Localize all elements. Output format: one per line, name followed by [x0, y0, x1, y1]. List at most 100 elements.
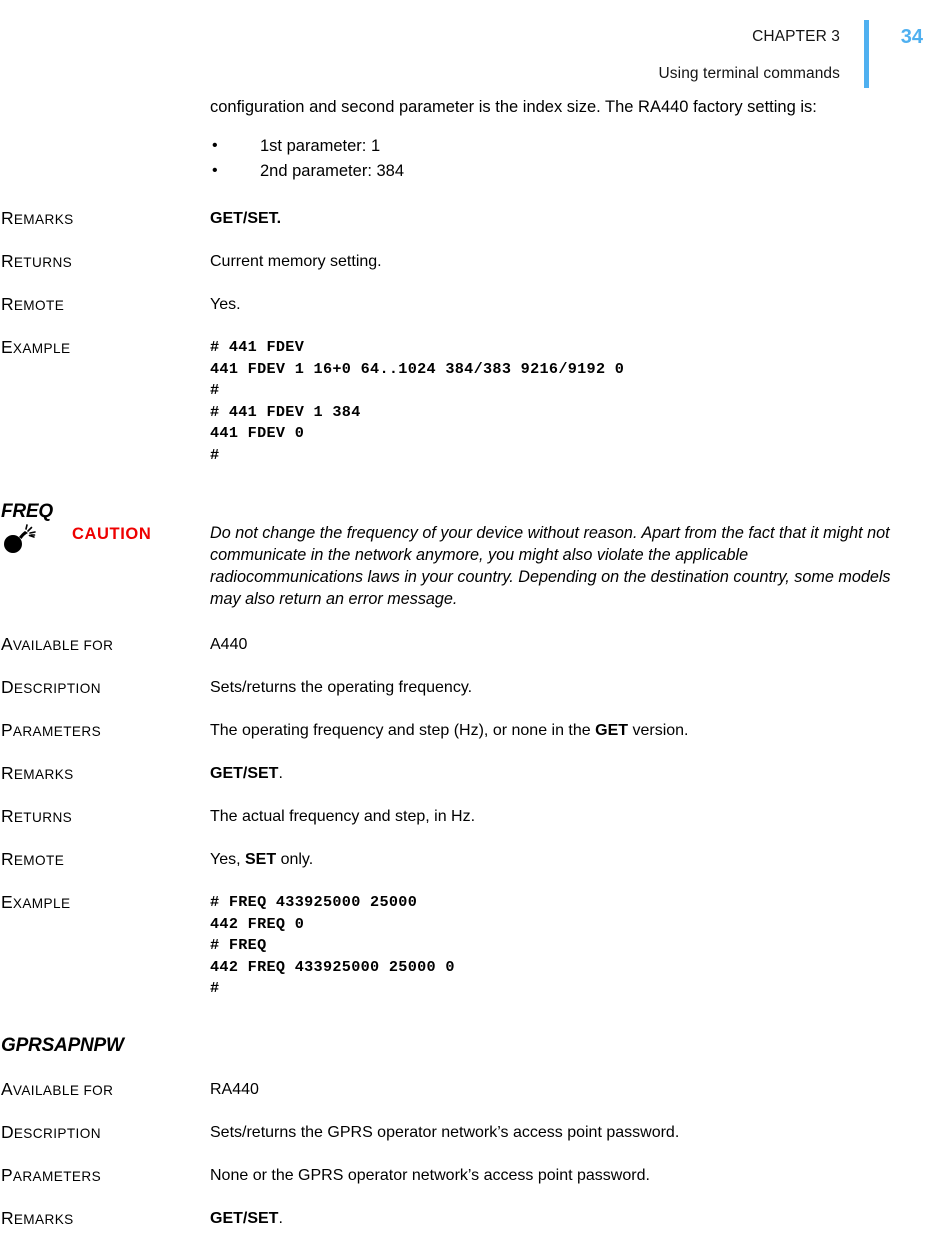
definition-value-text: RA440 — [210, 1080, 259, 1098]
term-initial: P — [1, 1164, 13, 1185]
value-bold: SET — [245, 851, 277, 868]
intro-paragraph: configuration and second parameter is th… — [210, 98, 817, 116]
command-heading-freq-wrap: FREQ — [0, 501, 935, 523]
definition-label: EXAMPLE — [0, 337, 210, 359]
term-initial: R — [1, 806, 14, 826]
definition-row-remote: REMOTE Yes, SET only. — [0, 849, 935, 871]
term-rest: EMOTE — [13, 853, 65, 868]
definition-label: RETURNS — [0, 251, 210, 273]
intro-body: configuration and second parameter is th… — [210, 96, 935, 184]
definition-value: Yes, SET only. — [210, 849, 935, 870]
definition-term: REMARKS — [1, 208, 74, 228]
caution-text: Do not change the frequency of your devi… — [210, 524, 891, 608]
definition-value-text: GET/SET. — [210, 765, 283, 782]
page-number: 34 — [900, 26, 923, 48]
term-initial: A — [1, 1078, 13, 1099]
definition-label: REMOTE — [0, 849, 210, 871]
value-post: only. — [276, 851, 314, 868]
term-rest: EMARKS — [13, 767, 74, 782]
definition-label: REMOTE — [0, 294, 210, 316]
definition-row-parameters: PARAMETERS The operating frequency and s… — [0, 720, 935, 742]
caution-block: CAUTION Do not change the frequency of y… — [0, 522, 935, 610]
value-post: . — [278, 1209, 283, 1227]
definition-term: PARAMETERS — [1, 1165, 101, 1185]
value-bold: GET/SET — [210, 765, 279, 782]
definition-value-text: Sets/returns the operating frequency. — [210, 679, 473, 696]
page-header: CHAPTER 3 Using terminal commands 34 — [0, 0, 935, 96]
definition-value: The operating frequency and step (Hz), o… — [210, 720, 935, 741]
definition-label: REMARKS — [0, 208, 210, 230]
list-item: • 1st parameter: 1 — [210, 134, 897, 159]
bomb-icon — [4, 524, 36, 553]
definition-value: RA440 — [210, 1079, 935, 1100]
header-chapter-label: CHAPTER 3 — [752, 28, 840, 45]
term-initial: R — [1, 251, 14, 271]
definition-value-text: None or the GPRS operator network’s acce… — [210, 1166, 650, 1184]
command-heading-gprsapnpw-wrap: GPRSAPNPW — [0, 1035, 935, 1057]
term-rest: XAMPLE — [12, 896, 71, 911]
value-post: version. — [628, 722, 689, 739]
definition-value: GET/SET. — [210, 208, 935, 229]
bullet-icon: • — [212, 137, 218, 154]
definition-term: PARAMETERS — [1, 720, 101, 740]
term-rest: XAMPLE — [12, 341, 71, 356]
term-initial: E — [1, 337, 13, 357]
term-rest: EMARKS — [13, 212, 74, 227]
definition-term: EXAMPLE — [1, 892, 70, 912]
caution-icon-wrap — [0, 522, 72, 559]
value-pre: Yes, — [210, 851, 245, 868]
definition-value-text: The actual frequency and step, in Hz. — [210, 808, 476, 825]
definition-label: REMARKS — [0, 763, 210, 785]
intro-bullet-list: • 1st parameter: 1 • 2nd parameter: 384 — [210, 134, 897, 184]
definition-value: GET/SET. — [210, 763, 935, 784]
definition-label: REMARKS — [0, 1208, 210, 1230]
value-bold: GET/SET — [210, 1209, 279, 1227]
definition-value: Sets/returns the GPRS operator network’s… — [210, 1122, 935, 1143]
definition-term: REMOTE — [1, 849, 64, 869]
definition-row-returns: RETURNS The actual frequency and step, i… — [0, 806, 935, 828]
definition-value-text: Sets/returns the GPRS operator network’s… — [210, 1123, 680, 1141]
header-divider-rule — [864, 20, 869, 88]
definition-value-text: Yes. — [210, 296, 241, 313]
definition-value: # 441 FDEV 441 FDEV 1 16+0 64..1024 384/… — [210, 337, 935, 466]
example-code-block: # 441 FDEV 441 FDEV 1 16+0 64..1024 384/… — [210, 338, 625, 464]
list-item-label: 1st parameter: 1 — [260, 137, 381, 155]
definition-row-description: DESCRIPTION Sets/returns the GPRS operat… — [0, 1122, 935, 1144]
definition-value: None or the GPRS operator network’s acce… — [210, 1165, 935, 1186]
definition-term: REMARKS — [1, 763, 74, 783]
definition-label: RETURNS — [0, 806, 210, 828]
command-heading-gprsapnpw: GPRSAPNPW — [1, 1034, 124, 1056]
definition-row-example: EXAMPLE # FREQ 433925000 25000 442 FREQ … — [0, 892, 935, 1000]
term-initial: R — [1, 849, 14, 869]
definition-label: DESCRIPTION — [0, 1122, 210, 1144]
definition-term: DESCRIPTION — [1, 677, 101, 697]
definition-value-text: GET/SET. — [210, 210, 281, 227]
definition-term: REMARKS — [1, 1208, 74, 1228]
definition-value: The actual frequency and step, in Hz. — [210, 806, 935, 827]
definition-value-text: Current memory setting. — [210, 253, 382, 270]
definition-label: AVAILABLE FOR — [0, 1079, 210, 1101]
value-pre: The operating frequency and step (Hz), o… — [210, 722, 596, 739]
definition-row-remote: REMOTE Yes. — [0, 294, 935, 316]
definition-value: # FREQ 433925000 25000 442 FREQ 0 # FREQ… — [210, 892, 935, 1000]
definition-term: EXAMPLE — [1, 337, 70, 357]
command-heading-freq: FREQ — [1, 501, 53, 522]
term-rest: VAILABLE FOR — [12, 638, 114, 653]
term-rest: ESCRIPTION — [13, 1125, 101, 1141]
definition-value: Sets/returns the operating frequency. — [210, 677, 935, 698]
header-subtitle: Using terminal commands — [658, 65, 840, 82]
definition-row-returns: RETURNS Current memory setting. — [0, 251, 935, 273]
definition-row-available-for: AVAILABLE FOR RA440 — [0, 1079, 935, 1101]
term-rest: EMARKS — [13, 1211, 74, 1227]
term-rest: ETURNS — [13, 255, 73, 270]
definition-label: EXAMPLE — [0, 892, 210, 914]
definition-row-available-for: AVAILABLE FOR A440 — [0, 634, 935, 656]
term-initial: R — [1, 1207, 14, 1228]
definition-row-remarks: REMARKS GET/SET. — [0, 208, 935, 230]
term-initial: A — [1, 634, 13, 654]
term-rest: ETURNS — [13, 810, 73, 825]
definition-label: AVAILABLE FOR — [0, 634, 210, 656]
